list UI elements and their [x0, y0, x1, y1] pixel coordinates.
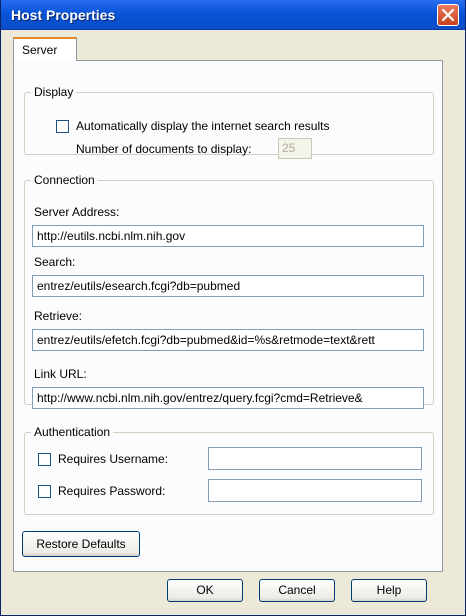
- tab-server[interactable]: Server: [13, 37, 77, 61]
- num-docs-field[interactable]: 25: [278, 138, 312, 159]
- auto-display-label: Automatically display the internet searc…: [76, 119, 330, 133]
- requires-password-checkbox[interactable]: [38, 485, 51, 498]
- window-title: Host Properties: [11, 7, 116, 23]
- host-properties-dialog: Host Properties Server Display Automatic…: [0, 0, 466, 616]
- restore-defaults-button[interactable]: Restore Defaults: [22, 531, 140, 557]
- help-button[interactable]: Help: [351, 579, 427, 602]
- cancel-button[interactable]: Cancel: [259, 579, 335, 602]
- ok-button[interactable]: OK: [167, 579, 243, 602]
- requires-username-checkbox[interactable]: [38, 453, 51, 466]
- server-address-label: Server Address:: [34, 205, 120, 219]
- title-bar[interactable]: Host Properties: [1, 0, 465, 30]
- close-icon: [442, 9, 454, 21]
- connection-group-legend: Connection: [34, 173, 95, 187]
- server-tab-panel: Display Automatically display the intern…: [13, 60, 443, 572]
- link-url-field[interactable]: http://www.ncbi.nlm.nih.gov/entrez/query…: [32, 387, 424, 409]
- username-field[interactable]: [208, 447, 422, 470]
- retrieve-field[interactable]: entrez/eutils/efetch.fcgi?db=pubmed&id=%…: [32, 329, 424, 351]
- search-label: Search:: [34, 255, 76, 269]
- authentication-group-legend: Authentication: [34, 425, 111, 439]
- close-button[interactable]: [437, 4, 459, 26]
- search-field[interactable]: entrez/eutils/esearch.fcgi?db=pubmed: [32, 275, 424, 297]
- requires-username-label: Requires Username:: [58, 452, 169, 466]
- server-address-field[interactable]: http://eutils.ncbi.nlm.nih.gov: [32, 225, 424, 247]
- num-docs-label: Number of documents to display:: [76, 142, 252, 156]
- tab-server-label: Server: [22, 43, 58, 57]
- link-url-label: Link URL:: [34, 367, 87, 381]
- auto-display-checkbox[interactable]: [56, 120, 69, 133]
- retrieve-label: Retrieve:: [34, 309, 83, 323]
- password-field[interactable]: [208, 479, 422, 502]
- display-group-legend: Display: [34, 85, 74, 99]
- requires-password-label: Requires Password:: [58, 484, 166, 498]
